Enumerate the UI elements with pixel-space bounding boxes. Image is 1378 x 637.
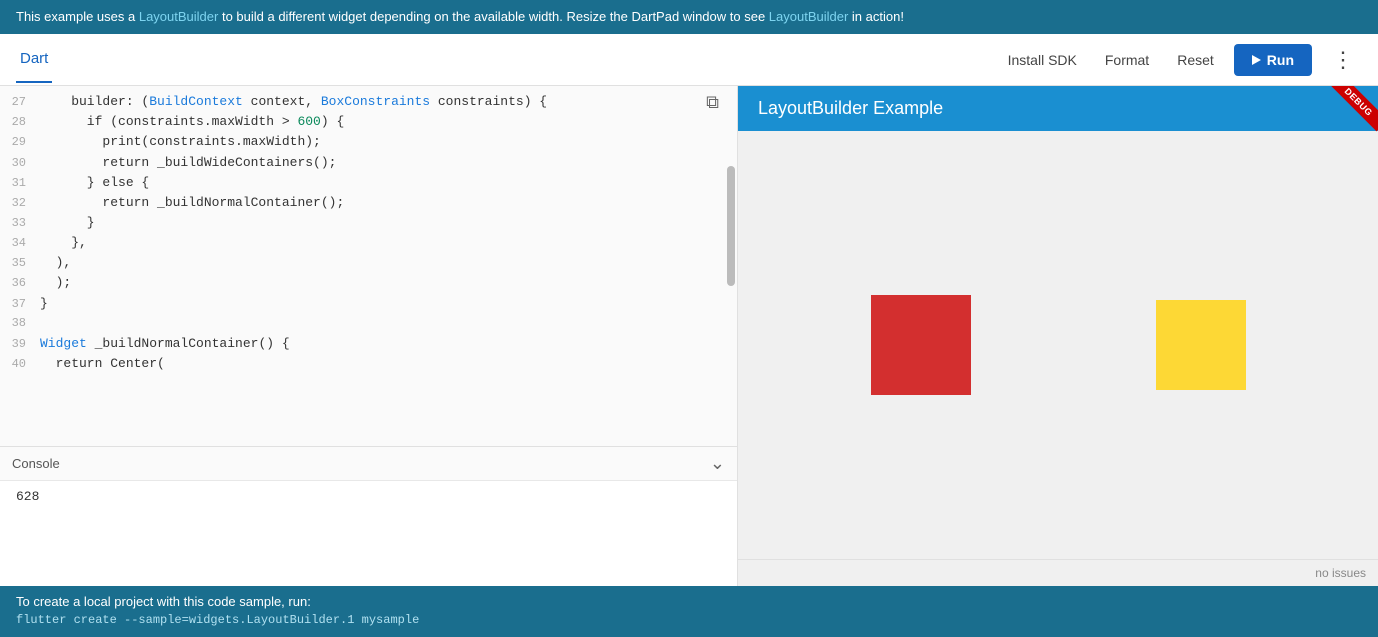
code-line: 36 ); bbox=[0, 273, 737, 293]
yellow-box bbox=[1156, 300, 1246, 390]
preview-content bbox=[738, 131, 1378, 559]
bottom-footer: To create a local project with this code… bbox=[0, 586, 1378, 637]
preview-title: LayoutBuilder Example bbox=[758, 98, 943, 118]
dart-tab[interactable]: Dart bbox=[16, 36, 52, 83]
console-header: Console ⌄ bbox=[0, 447, 737, 481]
code-line: 27 builder: (BuildContext context, BoxCo… bbox=[0, 92, 737, 112]
footer-command: flutter create --sample=widgets.LayoutBu… bbox=[16, 613, 1362, 627]
install-sdk-button[interactable]: Install SDK bbox=[1000, 46, 1085, 74]
code-line: 37 } bbox=[0, 294, 737, 314]
banner-link-2[interactable]: LayoutBuilder bbox=[769, 9, 849, 24]
code-line: 40 return Center( bbox=[0, 354, 737, 374]
format-button[interactable]: Format bbox=[1097, 46, 1157, 74]
header-bar: Dart Install SDK Format Reset Run ⋮ bbox=[0, 34, 1378, 86]
code-scrollbar[interactable] bbox=[727, 166, 735, 286]
red-box bbox=[871, 295, 971, 395]
code-line: 29 print(constraints.maxWidth); bbox=[0, 132, 737, 152]
console-expand-button[interactable]: ⌄ bbox=[710, 453, 725, 474]
main-area: ⧉ 27 builder: (BuildContext context, Box… bbox=[0, 86, 1378, 586]
code-line: 39 Widget _buildNormalContainer() { bbox=[0, 334, 737, 354]
code-editor[interactable]: ⧉ 27 builder: (BuildContext context, Box… bbox=[0, 86, 737, 446]
console-panel: Console ⌄ 628 bbox=[0, 446, 737, 586]
copy-button[interactable]: ⧉ bbox=[706, 92, 719, 113]
code-line: 31 } else { bbox=[0, 173, 737, 193]
header-actions: Install SDK Format Reset Run ⋮ bbox=[1000, 44, 1362, 76]
info-banner: This example uses a LayoutBuilder to bui… bbox=[0, 0, 1378, 34]
console-title: Console bbox=[12, 456, 60, 471]
code-line: 33 } bbox=[0, 213, 737, 233]
code-line: 32 return _buildNormalContainer(); bbox=[0, 193, 737, 213]
code-line: 35 ), bbox=[0, 253, 737, 273]
debug-badge: DEBUG bbox=[1329, 86, 1378, 131]
run-label: Run bbox=[1267, 52, 1294, 68]
run-icon bbox=[1252, 55, 1261, 65]
preview-panel: LayoutBuilder Example DEBUG no issues bbox=[738, 86, 1378, 586]
code-line: 30 return _buildWideContainers(); bbox=[0, 153, 737, 173]
reset-button[interactable]: Reset bbox=[1169, 46, 1222, 74]
banner-text: This example uses a LayoutBuilder to bui… bbox=[16, 9, 904, 24]
preview-header: LayoutBuilder Example DEBUG bbox=[738, 86, 1378, 131]
no-issues-label: no issues bbox=[1315, 566, 1366, 580]
console-output: 628 bbox=[0, 481, 737, 512]
run-button[interactable]: Run bbox=[1234, 44, 1312, 76]
code-lines: 27 builder: (BuildContext context, BoxCo… bbox=[0, 86, 737, 380]
code-line: 28 if (constraints.maxWidth > 600) { bbox=[0, 112, 737, 132]
preview-footer: no issues bbox=[738, 559, 1378, 586]
banner-link-1[interactable]: LayoutBuilder bbox=[139, 9, 219, 24]
debug-badge-wrap: DEBUG bbox=[1328, 86, 1378, 136]
footer-text: To create a local project with this code… bbox=[16, 594, 1362, 609]
code-panel: ⧉ 27 builder: (BuildContext context, Box… bbox=[0, 86, 738, 586]
code-line: 38 bbox=[0, 314, 737, 334]
code-line: 34 }, bbox=[0, 233, 737, 253]
more-options-button[interactable]: ⋮ bbox=[1324, 45, 1362, 75]
